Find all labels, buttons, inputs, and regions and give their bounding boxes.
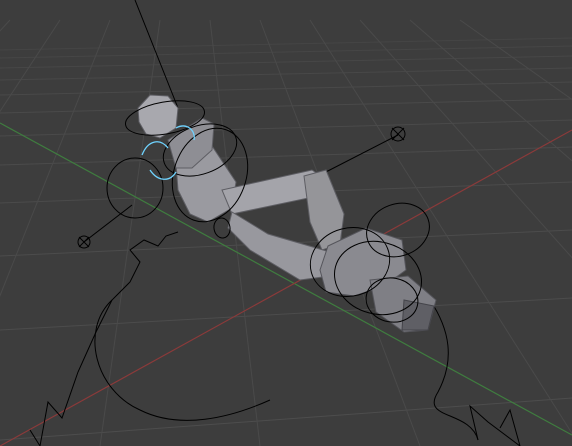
ik-target-right[interactable] <box>390 126 406 142</box>
ik-target-left[interactable] <box>77 235 91 249</box>
floor-grid <box>0 19 572 446</box>
3d-viewport[interactable] <box>0 0 572 446</box>
y-axis-line <box>0 122 572 436</box>
viewport-canvas[interactable] <box>0 0 572 446</box>
